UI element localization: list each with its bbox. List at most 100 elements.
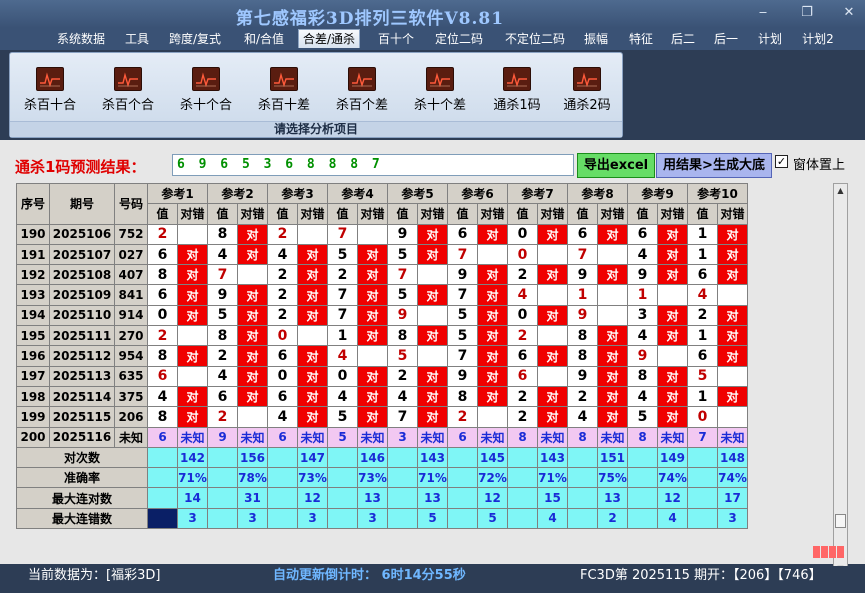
menu-item-7[interactable]: 定位二码 bbox=[428, 30, 490, 49]
ribbon-caption: 请选择分析项目 bbox=[10, 121, 622, 137]
miss-cell bbox=[477, 243, 508, 266]
ribbon-button-4[interactable]: 杀百十差 bbox=[246, 61, 322, 117]
menu-item-2[interactable]: 工具 bbox=[118, 30, 156, 49]
ref-value-cell: 8 bbox=[567, 345, 598, 367]
subheader-value: 值 bbox=[147, 203, 178, 225]
topmost-label: 窗体置上 bbox=[793, 158, 846, 173]
menu-item-6[interactable]: 百十个 bbox=[373, 30, 419, 49]
row-seq: 195 bbox=[16, 325, 50, 347]
menu-item-8[interactable]: 不定位二码 bbox=[495, 30, 575, 49]
minimize-icon[interactable]: ‒ bbox=[752, 5, 774, 21]
stats-spacer-cell bbox=[327, 487, 358, 509]
table-row[interactable]: 199 2025115 206 8 对 2 4 对 5 对 7 对 2 2 对 4 对 5 对 0 bbox=[16, 406, 748, 428]
prediction-table: 序号 期号 号码 参考1 参考2 参考3 参考4 参考5 参考6 参考7 参考8 参考9 参考10 值对错… bbox=[16, 182, 748, 530]
table-row[interactable]: 195 2025111 270 2 8 对 0 1 对 8 对 5 对 2 8 对 4 对 1 对 bbox=[16, 325, 748, 347]
ribbon-button-1[interactable]: 杀百十合 bbox=[12, 61, 88, 117]
vertical-scrollbar[interactable]: ▲ ▼ bbox=[833, 183, 848, 577]
scroll-up-icon[interactable]: ▲ bbox=[834, 184, 847, 198]
menu-item-4[interactable]: 和/合值 bbox=[236, 30, 292, 49]
miss-cell bbox=[417, 304, 448, 327]
ref-value-cell: 9 bbox=[627, 345, 658, 367]
ref-value-cell: 2 bbox=[147, 325, 178, 347]
topmost-checkbox[interactable]: ✓ bbox=[775, 155, 788, 168]
row-period: 2025112 bbox=[49, 345, 115, 367]
ref-value-cell: 2 bbox=[207, 345, 238, 367]
ref-value-cell: 3 bbox=[627, 304, 658, 327]
menu-item-12[interactable]: 后一 bbox=[707, 30, 745, 49]
stats-value-cell: 145 bbox=[477, 446, 508, 469]
menu-item-1[interactable]: 系统数据 bbox=[52, 30, 110, 49]
stats-value-cell: 74% bbox=[717, 467, 748, 489]
menu-item-13[interactable]: 计划 bbox=[752, 30, 788, 49]
subheader-result: 对错 bbox=[417, 203, 448, 225]
stats-value-cell: 142 bbox=[177, 446, 208, 469]
hit-cell: 对 bbox=[537, 264, 568, 286]
scroll-thumb[interactable] bbox=[835, 514, 846, 528]
hit-cell: 对 bbox=[237, 325, 268, 347]
chart-pulse-icon bbox=[348, 67, 376, 91]
hit-cell: 对 bbox=[177, 284, 208, 306]
hit-cell: 对 bbox=[357, 284, 388, 306]
generate-base-button[interactable]: 用结果>生成大底 bbox=[656, 153, 772, 178]
stats-value-cell: 15 bbox=[537, 487, 568, 509]
close-icon[interactable]: ✕ bbox=[838, 5, 860, 21]
miss-cell bbox=[537, 325, 568, 347]
ribbon-button-7[interactable]: 通杀1码 bbox=[479, 61, 555, 117]
ribbon-button-2[interactable]: 杀百个合 bbox=[90, 61, 166, 117]
menu-item-14[interactable]: 计划2 bbox=[796, 30, 840, 49]
ribbon-button-label: 通杀2码 bbox=[563, 98, 611, 113]
stats-value-cell: 4 bbox=[537, 507, 568, 530]
ref-value-cell: 2 bbox=[447, 406, 478, 428]
ribbon-button-3[interactable]: 杀十个合 bbox=[168, 61, 244, 117]
subheader-value: 值 bbox=[687, 203, 718, 225]
row-period: 2025106 bbox=[49, 223, 115, 245]
hit-cell: 对 bbox=[177, 264, 208, 286]
table-row[interactable]: 191 2025107 027 6 对 4 对 4 对 5 对 5 对 7 0 7 4 对 1 对 bbox=[16, 243, 748, 266]
hit-cell: 对 bbox=[537, 345, 568, 367]
menu-item-11[interactable]: 后二 bbox=[665, 30, 701, 49]
stats-spacer-cell bbox=[147, 467, 178, 489]
export-excel-button[interactable]: 导出excel bbox=[577, 153, 655, 178]
ref-value-cell: 9 bbox=[567, 264, 598, 286]
ref-value-cell: 7 bbox=[447, 284, 478, 306]
prediction-result-field[interactable]: 6 9 6 5 3 6 8 8 8 7 bbox=[172, 154, 574, 176]
stats-spacer-cell bbox=[447, 446, 478, 469]
menu-item-10[interactable]: 特征 bbox=[621, 30, 661, 49]
ref-value-cell: 2 bbox=[267, 304, 298, 327]
table-row[interactable]: 192 2025108 407 8 对 7 2 对 2 对 7 9 对 2 对 9 对 9 对 6 对 bbox=[16, 264, 748, 286]
pending-value-cell: 8 bbox=[627, 426, 658, 448]
hit-cell: 对 bbox=[417, 223, 448, 245]
hit-cell: 对 bbox=[417, 325, 448, 347]
ribbon-button-5[interactable]: 杀百个差 bbox=[324, 61, 400, 117]
table-row[interactable]: 196 2025112 954 8 对 2 对 6 对 4 5 7 对 6 对 8 对 9 6 对 bbox=[16, 345, 748, 367]
hit-cell: 对 bbox=[477, 223, 508, 245]
table-row[interactable]: 197 2025113 635 6 4 对 0 对 0 对 2 对 9 对 6 9 对 8 对 5 bbox=[16, 365, 748, 387]
ref-value-cell: 8 bbox=[447, 385, 478, 408]
table-row[interactable]: 198 2025114 375 4 对 6 对 6 对 4 对 4 对 8 对 2 对 2 对 4 对 1 对 bbox=[16, 385, 748, 408]
hit-cell: 对 bbox=[297, 264, 328, 286]
ribbon-button-6[interactable]: 杀十个差 bbox=[402, 61, 478, 117]
table-row[interactable]: 190 2025106 752 2 8 对 2 7 9 对 6 对 0 对 6 对 6 对 1 对 bbox=[16, 223, 748, 245]
table-row[interactable]: 194 2025110 914 0 对 5 对 2 对 7 对 9 5 对 0 对 9 3 对 2 对 bbox=[16, 304, 748, 327]
menu-item-5[interactable]: 合差/通杀 bbox=[298, 29, 360, 48]
ribbon-button-8[interactable]: 通杀2码 bbox=[549, 61, 625, 117]
stats-spacer-cell bbox=[267, 487, 298, 509]
menu-item-3[interactable]: 跨度/复式 bbox=[162, 30, 228, 49]
stats-spacer-cell bbox=[627, 487, 658, 509]
stats-spacer-cell bbox=[387, 446, 418, 469]
table-row[interactable]: 193 2025109 841 6 对 9 对 2 对 7 对 5 对 7 对 4 1 1 4 bbox=[16, 284, 748, 306]
chart-pulse-icon bbox=[270, 67, 298, 91]
hit-cell: 对 bbox=[237, 345, 268, 367]
hit-cell: 对 bbox=[297, 345, 328, 367]
subheader-value: 值 bbox=[387, 203, 418, 225]
hit-cell: 对 bbox=[417, 406, 448, 428]
stats-spacer-cell bbox=[567, 487, 598, 509]
row-seq: 198 bbox=[16, 385, 50, 408]
menu-item-9[interactable]: 振幅 bbox=[578, 30, 614, 49]
ref-value-cell: 4 bbox=[627, 243, 658, 266]
subheader-value: 值 bbox=[267, 203, 298, 225]
ribbon-button-label: 通杀1码 bbox=[493, 98, 541, 113]
hit-cell: 对 bbox=[177, 385, 208, 408]
restore-icon[interactable]: ❐ bbox=[796, 5, 818, 21]
ref-value-cell: 9 bbox=[567, 365, 598, 387]
